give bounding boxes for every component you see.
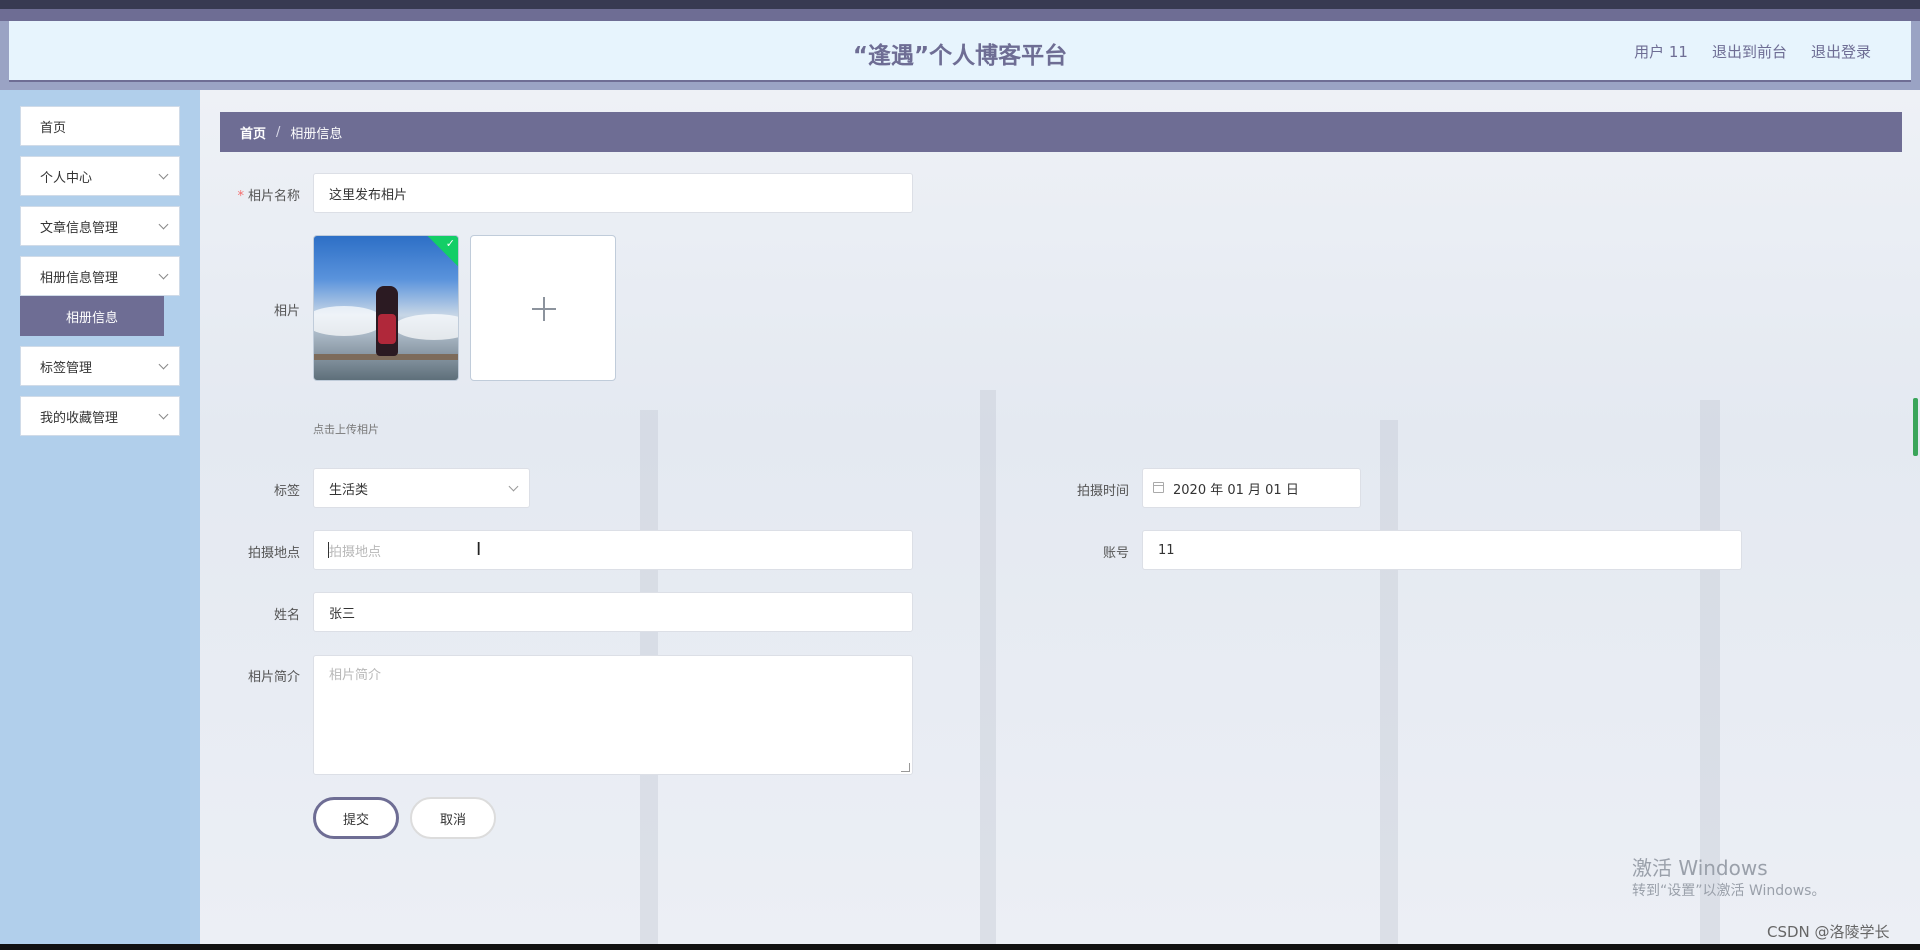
sidebar-item-article-management[interactable]: 文章信息管理	[20, 206, 180, 246]
scrollbar-thumb[interactable]	[1913, 398, 1918, 456]
tag-select[interactable]: 生活类	[313, 468, 530, 508]
background-decoration	[980, 390, 996, 944]
ibeam-cursor-icon: I	[476, 539, 482, 560]
account-label: 账号	[1102, 546, 1129, 561]
site-title: “逢遇”个人博客平台	[852, 43, 1068, 69]
calendar-icon	[1153, 482, 1164, 493]
location-placeholder: 拍摄地点	[329, 544, 382, 560]
resize-handle-icon[interactable]	[901, 763, 910, 772]
required-mark: *	[237, 189, 244, 204]
header-links: 用户 11 退出到前台 退出登录	[1634, 41, 1871, 62]
account-value: 11	[1158, 542, 1175, 558]
csdn-watermark: CSDN @洛陵学长	[1767, 923, 1890, 941]
intro-label: 相片简介	[247, 670, 300, 685]
shoot-time-label: 拍摄时间	[1076, 484, 1129, 499]
sidebar-item-favorites-management[interactable]: 我的收藏管理	[20, 396, 180, 436]
app-frame: “逢遇”个人博客平台 用户 11 退出到前台 退出登录 首页 个人中心 文章信息…	[0, 0, 1920, 944]
sidebar-item-album-management[interactable]: 相册信息管理	[20, 256, 180, 296]
tag-label: 标签	[273, 484, 300, 499]
sidebar-subitem-album-info[interactable]: 相册信息	[20, 296, 164, 336]
sidebar-item-label: 相册信息管理	[40, 270, 119, 286]
photo-person-scarf	[378, 314, 396, 344]
name-label: 姓名	[273, 608, 300, 623]
chevron-down-icon	[158, 219, 169, 230]
header-bar: “逢遇”个人博客平台 用户 11 退出到前台 退出登录	[9, 21, 1911, 82]
breadcrumb: 首页 / 相册信息	[220, 112, 1902, 152]
breadcrumb-home[interactable]: 首页	[240, 123, 266, 142]
chevron-down-icon	[158, 269, 169, 280]
location-input[interactable]: 拍摄地点 I	[313, 530, 913, 570]
sidebar-item-tag-management[interactable]: 标签管理	[20, 346, 180, 386]
location-label: 拍摄地点	[247, 546, 300, 561]
photo-label: 相片	[273, 304, 300, 319]
shoot-time-date-picker[interactable]: 2020 年 01 月 01 日	[1142, 468, 1361, 508]
chevron-down-icon	[158, 359, 169, 370]
photo-name-label: * 相片名称	[200, 185, 300, 204]
name-value: 张三	[329, 606, 356, 622]
breadcrumb-separator: /	[276, 124, 281, 140]
chevron-down-icon	[158, 169, 169, 180]
top-accent-stripe	[0, 9, 1920, 21]
background-decoration	[1380, 420, 1398, 944]
tag-select-value: 生活类	[329, 482, 369, 498]
photo-name-input[interactable]: 这里发布相片	[313, 173, 913, 213]
main-content: 首页 / 相册信息 * 相片名称 这里发布相片 相片 ✓ 点击上传相片 标签 生…	[200, 90, 1920, 944]
shoot-time-value: 2020 年 01 月 01 日	[1173, 482, 1299, 498]
cancel-button[interactable]: 取消	[410, 797, 496, 839]
photo-name-label-text: 相片名称	[247, 189, 300, 204]
windows-activation-title: 激活 Windows	[1632, 856, 1768, 880]
account-input[interactable]: 11	[1142, 530, 1742, 570]
sidebar-item-home[interactable]: 首页	[20, 106, 180, 146]
bottom-bar	[0, 944, 1920, 950]
uploaded-photo-thumbnail[interactable]: ✓	[313, 235, 459, 381]
photo-cloud	[394, 314, 458, 340]
sidebar-item-label: 首页	[40, 120, 67, 136]
sidebar-item-label: 标签管理	[40, 360, 93, 376]
chevron-down-icon	[158, 409, 169, 420]
photo-name-value: 这里发布相片	[329, 187, 408, 203]
photo-cloud	[314, 306, 384, 336]
sidebar-item-label: 个人中心	[40, 170, 93, 186]
sidebar: 首页 个人中心 文章信息管理 相册信息管理 相册信息 标签管理 我的收藏管理	[0, 90, 200, 944]
submit-button[interactable]: 提交	[313, 797, 399, 839]
intro-textarea[interactable]: 相片简介	[313, 655, 913, 775]
upload-hint: 点击上传相片	[313, 423, 379, 436]
breadcrumb-current: 相册信息	[290, 126, 343, 142]
chevron-down-icon	[508, 481, 519, 492]
upload-photo-button[interactable]	[470, 235, 616, 381]
intro-placeholder: 相片简介	[329, 668, 382, 683]
plus-icon-vertical	[543, 297, 545, 321]
checkmark-icon: ✓	[445, 237, 455, 250]
sidebar-item-label: 文章信息管理	[40, 220, 119, 236]
user-label: 用户 11	[1634, 43, 1688, 61]
back-to-front-link[interactable]: 退出到前台	[1712, 41, 1787, 62]
text-caret	[328, 542, 329, 558]
sidebar-item-personal-center[interactable]: 个人中心	[20, 156, 180, 196]
top-stripe	[0, 0, 1920, 9]
name-input[interactable]: 张三	[313, 592, 913, 632]
logout-link[interactable]: 退出登录	[1811, 41, 1871, 62]
windows-activation-subtitle: 转到“设置”以激活 Windows。	[1632, 883, 1826, 899]
sidebar-item-label: 我的收藏管理	[40, 410, 119, 426]
